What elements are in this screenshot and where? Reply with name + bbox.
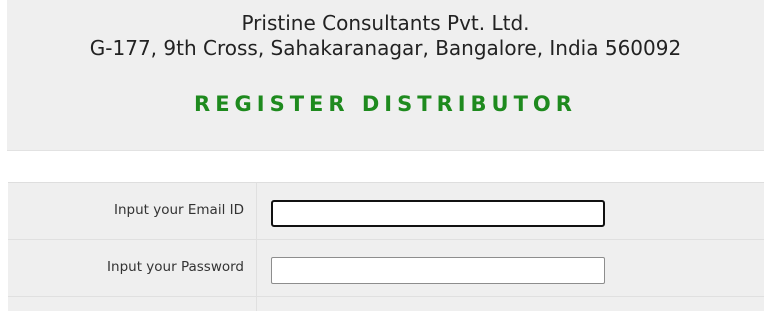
email-field[interactable]: [271, 200, 605, 227]
email-label: Input your Email ID: [113, 202, 244, 218]
password-field[interactable]: [271, 257, 605, 284]
page-title: REGISTER DISTRIBUTOR: [194, 92, 577, 116]
next-label-cell: [8, 297, 257, 311]
company-address: G-177, 9th Cross, Sahakaranagar, Bangalo…: [89, 36, 682, 60]
email-label-cell: Input your Email ID: [8, 183, 257, 239]
password-row: Input your Password: [8, 240, 764, 297]
email-row: Input your Email ID: [8, 183, 764, 240]
company-name: Pristine Consultants Pvt. Ltd.: [241, 11, 530, 35]
password-label-cell: Input your Password: [8, 240, 257, 296]
company-header: Pristine Consultants Pvt. Ltd. G-177, 9t…: [7, 0, 764, 151]
next-form-row: [8, 297, 764, 311]
password-label: Input your Password: [107, 259, 244, 275]
registration-form: Input your Email ID Input your Password: [8, 182, 764, 311]
